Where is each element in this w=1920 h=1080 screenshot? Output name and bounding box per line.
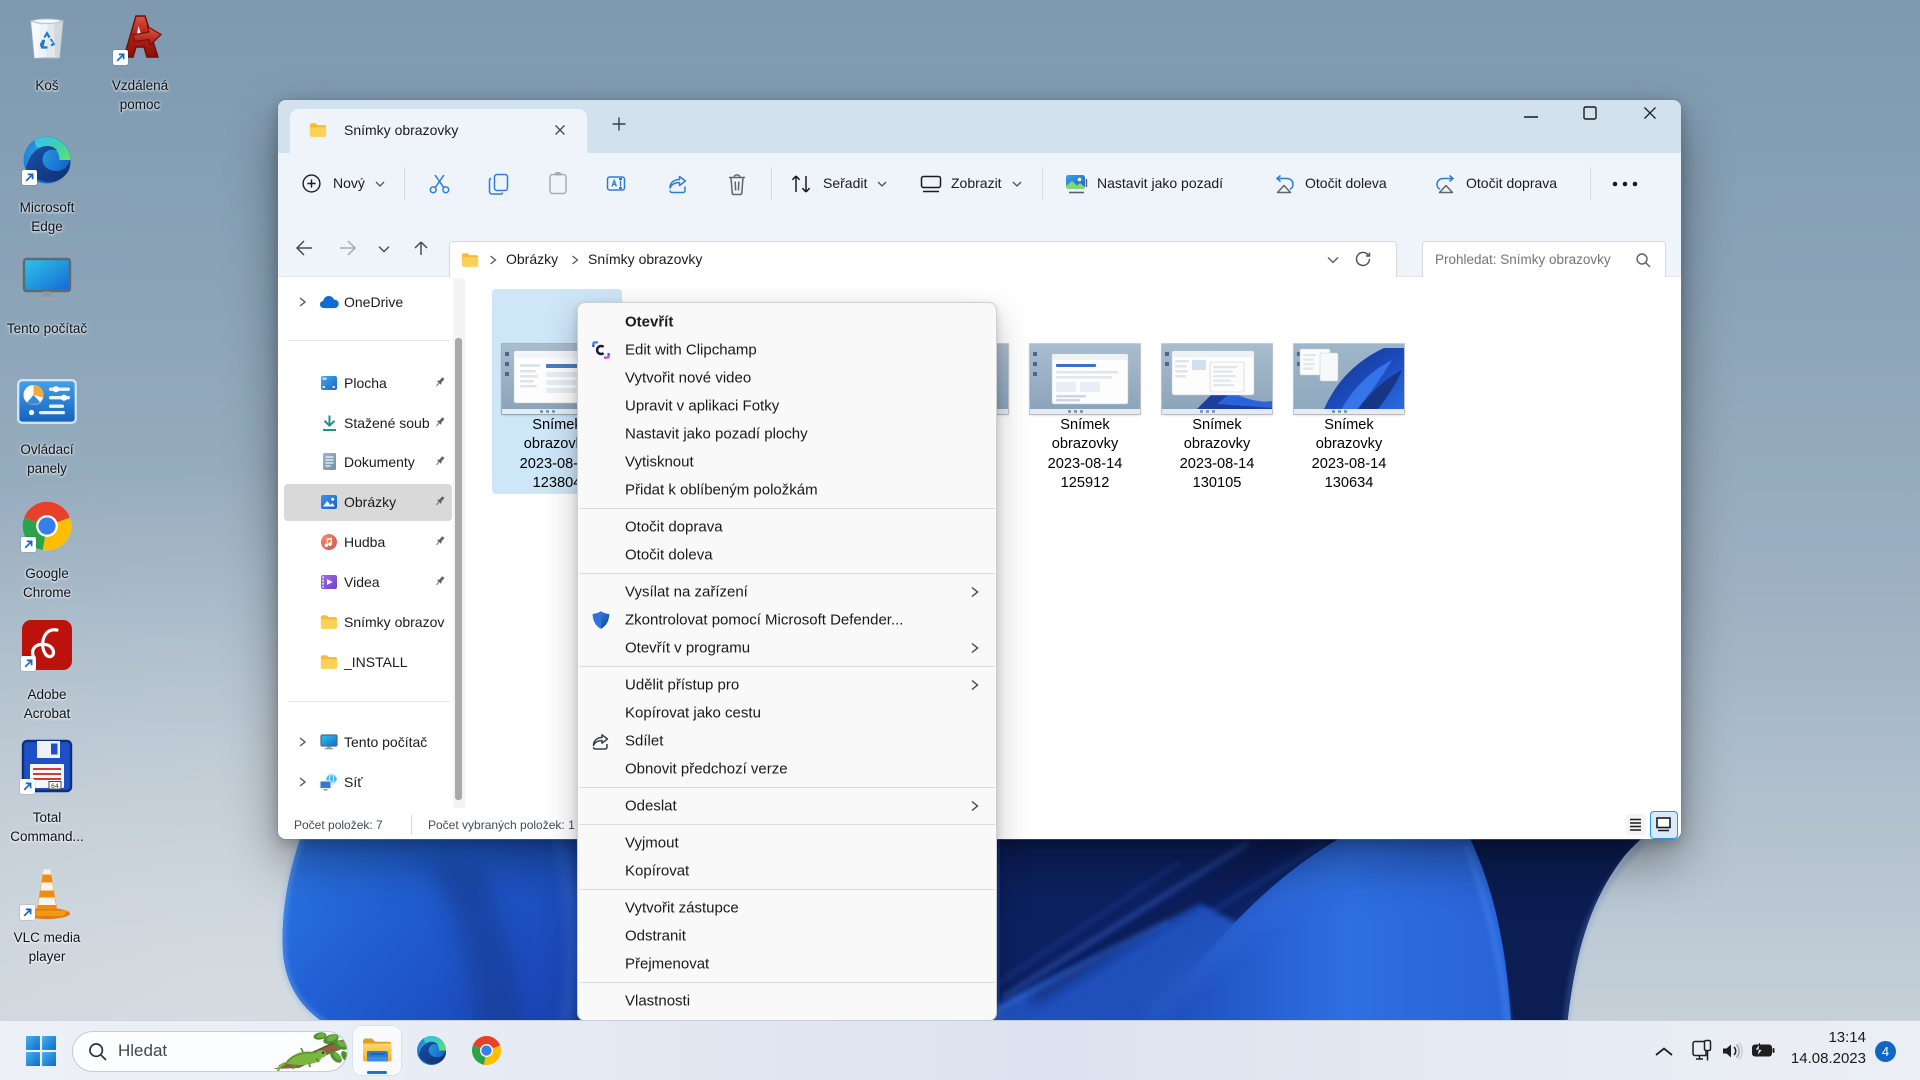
svg-text:64: 64 [51,783,59,790]
